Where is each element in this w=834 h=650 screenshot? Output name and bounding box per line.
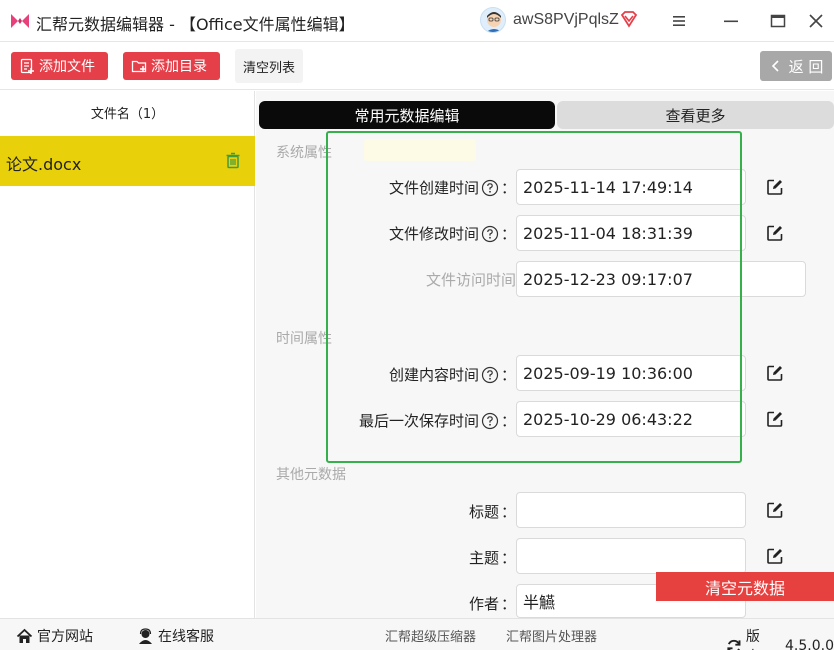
label-colon: ： — [500, 503, 516, 521]
version-number: 4.5.0.0 — [785, 638, 834, 650]
label-colon: ： — [500, 595, 516, 613]
subject-label-text: 主题 — [468, 549, 499, 567]
label-colon: ： — [500, 179, 516, 197]
edit-icon[interactable] — [766, 410, 784, 428]
clear-metadata-button[interactable]: 清空元数据 — [656, 572, 834, 601]
content-created-input[interactable]: 2025-09-19 10:36:00 — [516, 355, 746, 391]
toolbar: 添加文件 添加目录 清空列表 返 回 — [0, 43, 834, 90]
official-site-label: 官方网站 — [37, 629, 93, 645]
add-directory-button[interactable]: 添加目录 — [123, 52, 220, 80]
add-directory-label: 添加目录 — [151, 59, 207, 75]
author-label: 作者 ： — [469, 593, 516, 614]
window-title: 汇帮元数据编辑器 - 【Office文件属性编辑】 — [36, 15, 355, 34]
title-input[interactable] — [516, 492, 746, 528]
edit-icon[interactable] — [766, 547, 784, 565]
content-created-label-text: 创建内容时间 — [388, 366, 479, 384]
modified-time-input[interactable]: 2025-11-04 18:31:39 — [516, 215, 746, 251]
image-processor-link[interactable]: 汇帮图片处理器 — [506, 626, 597, 645]
label-colon: ： — [500, 225, 516, 243]
help-icon[interactable] — [481, 366, 499, 384]
title-bar: 汇帮元数据编辑器 - 【Office文件属性编辑】 awS8PVjPqlsZ — [0, 0, 834, 42]
help-icon[interactable] — [481, 412, 499, 430]
customer-service-icon — [139, 627, 152, 644]
accessed-time-label: 文件访问时间 — [426, 269, 516, 290]
title-label: 标题 ： — [469, 501, 516, 522]
tab-view-more[interactable]: 查看更多 — [557, 101, 834, 129]
tab-common-metadata[interactable]: 常用元数据编辑 — [259, 101, 555, 129]
file-list-item[interactable]: 论文.docx — [0, 136, 255, 186]
file-list-header: 文件名（1） — [90, 107, 165, 122]
label-colon: ： — [500, 412, 516, 430]
vip-diamond-icon[interactable] — [620, 10, 638, 28]
edit-icon[interactable] — [766, 224, 784, 242]
last-saved-label-text: 最后一次保存时间 — [358, 412, 479, 430]
footer: 官方网站 在线客服 汇帮超级压缩器 汇帮图片处理器 版本： 4.5.0.0 — [0, 618, 834, 650]
author-label-text: 作者 — [468, 595, 499, 613]
help-icon[interactable] — [481, 225, 499, 243]
add-file-button[interactable]: 添加文件 — [11, 52, 108, 80]
home-icon — [16, 628, 33, 643]
subject-input[interactable] — [516, 538, 746, 574]
add-file-icon — [20, 58, 34, 74]
section-other-metadata: 其他元数据 — [276, 467, 346, 483]
avatar-icon — [486, 12, 502, 32]
last-saved-label: 最后一次保存时间 ： — [359, 410, 516, 431]
version-info[interactable]: 版本： 4.5.0.0 — [726, 626, 834, 650]
label-colon: ： — [500, 549, 516, 567]
created-time-input[interactable]: 2025-11-14 17:49:14 — [516, 169, 746, 205]
file-name: 论文.docx — [6, 155, 82, 174]
online-service-link[interactable]: 在线客服 — [137, 626, 214, 646]
modified-time-label: 文件修改时间 ： — [389, 223, 516, 244]
minimize-icon[interactable] — [720, 10, 742, 32]
section-time-properties: 时间属性 — [276, 331, 332, 347]
file-list-panel: 文件名（1） 论文.docx — [0, 91, 255, 618]
clear-list-button[interactable]: 清空列表 — [235, 49, 303, 83]
created-time-label-text: 文件创建时间 — [388, 179, 479, 197]
close-icon[interactable] — [805, 10, 827, 32]
content-created-label: 创建内容时间 ： — [389, 364, 516, 385]
last-saved-input[interactable]: 2025-10-29 06:43:22 — [516, 401, 746, 437]
username[interactable]: awS8PVjPqlsZ — [513, 11, 619, 29]
title-label-text: 标题 — [468, 503, 499, 521]
add-folder-icon — [131, 60, 147, 73]
refresh-icon — [727, 639, 741, 650]
back-label: 返 回 — [788, 57, 824, 76]
subject-label: 主题 ： — [469, 547, 516, 568]
official-site-link[interactable]: 官方网站 — [16, 626, 93, 646]
add-file-label: 添加文件 — [39, 59, 95, 75]
trash-icon[interactable] — [225, 152, 241, 169]
created-time-label: 文件创建时间 ： — [389, 177, 516, 198]
metadata-panel: 常用元数据编辑 查看更多 系统属性 文件创建时间 ： 2025-11-14 17… — [256, 91, 834, 618]
back-button[interactable]: 返 回 — [760, 51, 832, 81]
maximize-icon[interactable] — [767, 10, 789, 32]
accessed-time-input: 2025-12-23 09:17:07 — [516, 261, 806, 297]
section-system-properties: 系统属性 — [276, 145, 332, 161]
version-label: 版本： — [745, 629, 774, 650]
chevron-left-icon — [771, 60, 779, 72]
section-badge — [364, 139, 476, 161]
label-colon: ： — [500, 366, 516, 384]
edit-icon[interactable] — [766, 364, 784, 382]
app-logo-icon — [11, 14, 29, 28]
edit-icon[interactable] — [766, 501, 784, 519]
modified-time-label-text: 文件修改时间 — [388, 225, 479, 243]
help-icon[interactable] — [481, 179, 499, 197]
menu-icon[interactable] — [668, 10, 690, 32]
online-service-label: 在线客服 — [158, 629, 214, 645]
edit-icon[interactable] — [766, 178, 784, 196]
avatar[interactable] — [480, 7, 506, 33]
accessed-time-label-text: 文件访问时间 — [425, 271, 516, 289]
compressor-link[interactable]: 汇帮超级压缩器 — [385, 626, 476, 645]
